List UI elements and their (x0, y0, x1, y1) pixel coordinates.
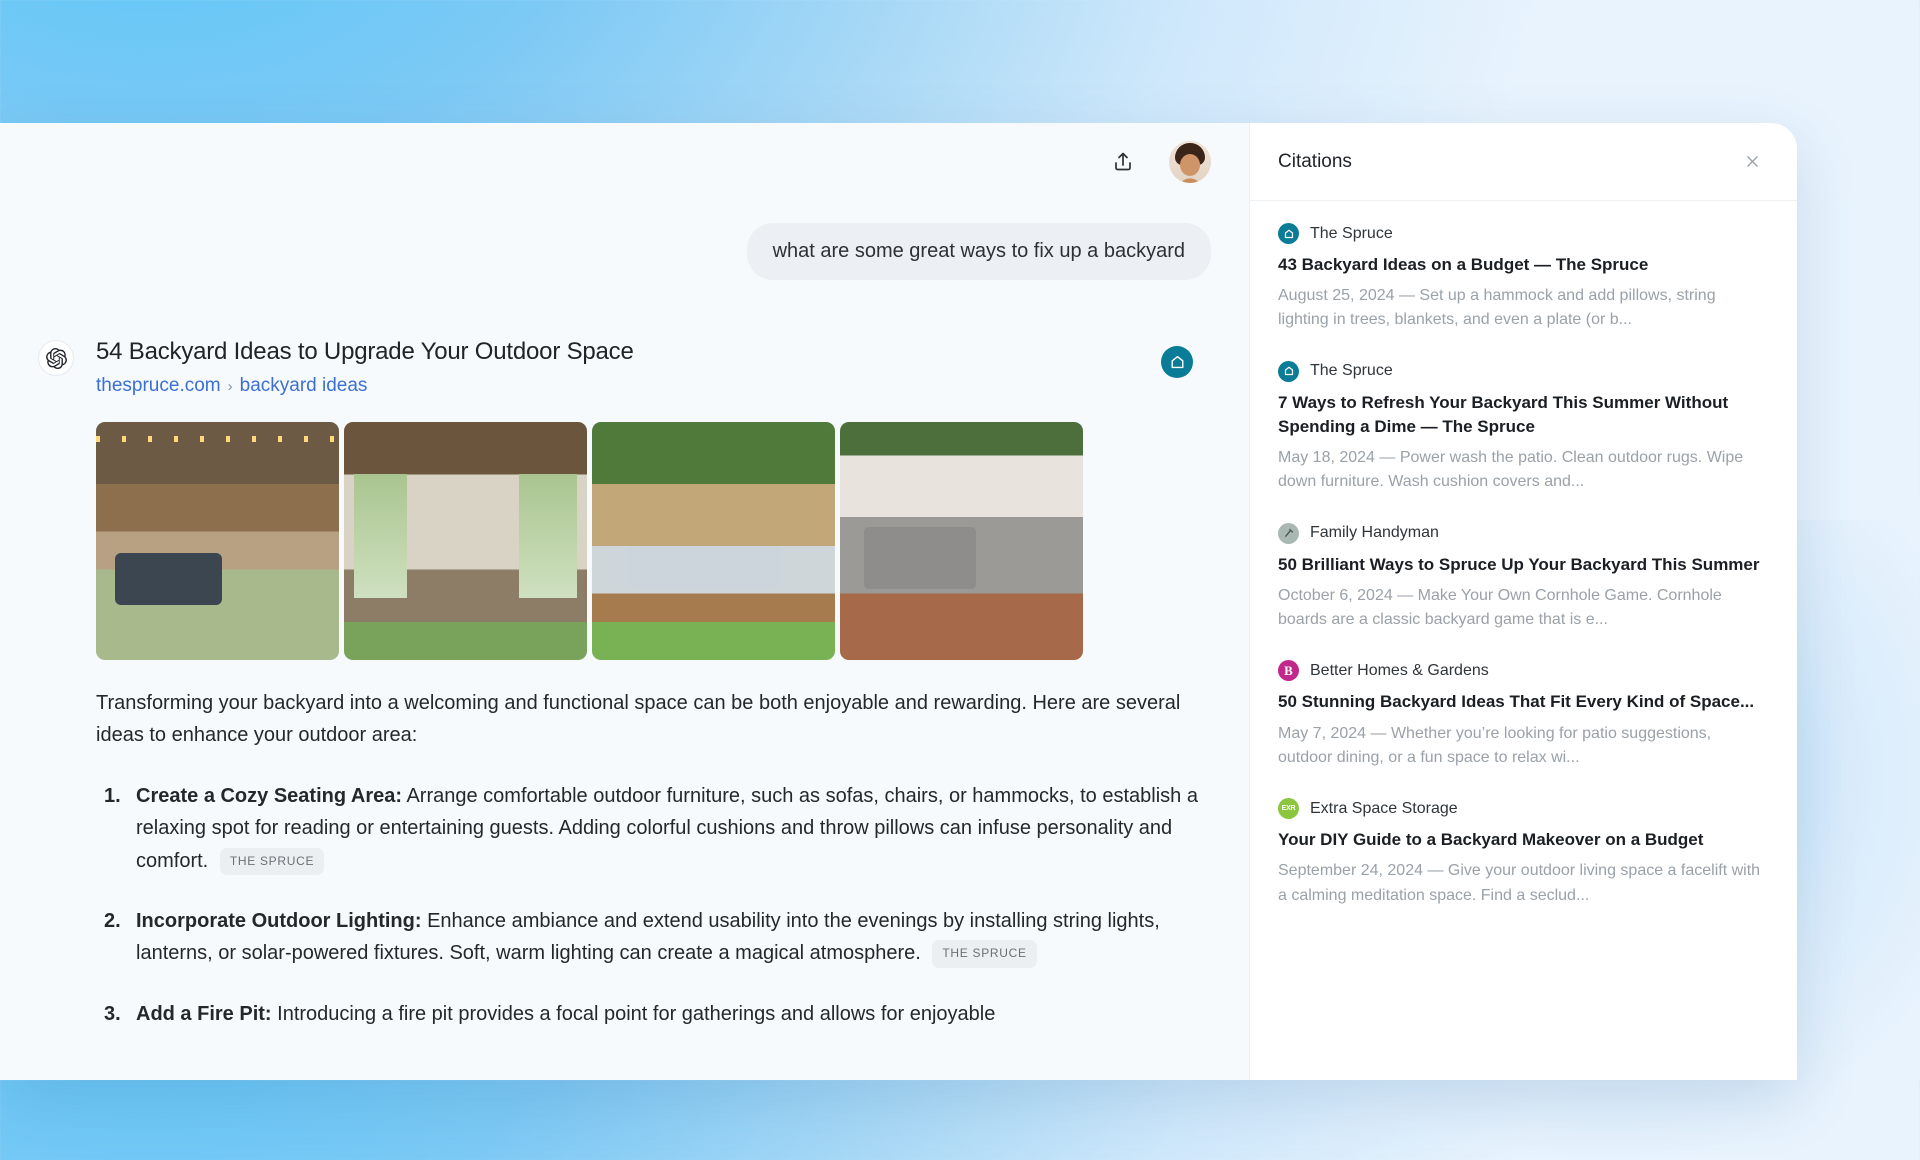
citation-title: Your DIY Guide to a Backyard Makeover on… (1278, 830, 1704, 850)
list-item: Incorporate Outdoor Lighting: Enhance am… (96, 905, 1211, 970)
citation-title: 7 Ways to Refresh Your Backyard This Sum… (1278, 392, 1729, 436)
intro-paragraph: Transforming your backyard into a welcom… (96, 692, 1181, 747)
result-card-header: 54 Backyard Ideas to Upgrade Your Outdoo… (96, 338, 1211, 397)
citation-source: EXR Extra Space Storage (1278, 798, 1769, 820)
avatar[interactable] (1169, 141, 1211, 183)
openai-logo-icon (38, 340, 74, 376)
citation-chip[interactable]: THE SPRUCE (219, 847, 325, 875)
thumbnail-image-2[interactable] (344, 422, 587, 660)
message-list: what are some great ways to fix up a bac… (0, 201, 1249, 1080)
citations-list: The Spruce 43 Backyard Ideas on a Budget… (1250, 201, 1797, 1080)
the-spruce-badge-icon[interactable] (1161, 346, 1193, 378)
citation-chip[interactable]: THE SPRUCE (932, 940, 1037, 968)
result-card-text: 54 Backyard Ideas to Upgrade Your Outdoo… (96, 338, 634, 397)
breadcrumb: thespruce.com › backyard ideas (96, 375, 634, 397)
idea-body: Introducing a fire pit provides a focal … (277, 1002, 996, 1025)
conversation-toolbar (0, 123, 1249, 201)
image-thumbnail-strip (96, 422, 1211, 660)
citation-source: Family Handyman (1278, 522, 1769, 544)
user-message-row: what are some great ways to fix up a bac… (38, 223, 1211, 280)
thumbnail-image-1[interactable] (96, 422, 339, 660)
scroll-fade (1250, 1016, 1797, 1080)
user-message-bubble: what are some great ways to fix up a bac… (746, 223, 1211, 280)
citation-source: The Spruce (1278, 360, 1769, 382)
close-icon[interactable] (1737, 147, 1767, 177)
conversation-pane: what are some great ways to fix up a bac… (0, 123, 1249, 1080)
chevron-right-icon: › (227, 377, 233, 395)
thumbnail-image-3[interactable] (592, 422, 835, 660)
citation-item[interactable]: EXR Extra Space Storage Your DIY Guide t… (1278, 798, 1769, 908)
citation-snippet: May 7, 2024 — Whether you’re looking for… (1278, 724, 1712, 766)
extra-space-storage-icon: EXR (1278, 798, 1299, 820)
ideas-list: Create a Cozy Seating Area: Arrange comf… (96, 780, 1211, 1031)
bhg-logo-icon: B (1278, 660, 1299, 682)
citation-source-name: The Spruce (1310, 224, 1393, 242)
citation-snippet: August 25, 2024 — Set up a hammock and a… (1278, 287, 1716, 329)
breadcrumb-path[interactable]: backyard ideas (240, 375, 368, 397)
handyman-hammer-icon (1278, 522, 1299, 544)
citation-item[interactable]: Family Handyman 50 Brilliant Ways to Spr… (1278, 522, 1769, 633)
citation-source-name: Family Handyman (1310, 524, 1439, 542)
citation-snippet: May 18, 2024 — Power wash the patio. Cle… (1278, 449, 1744, 491)
citation-snippet: September 24, 2024 — Give your outdoor l… (1278, 862, 1761, 904)
citations-panel-header: Citations (1250, 123, 1797, 201)
citation-item[interactable]: The Spruce 43 Backyard Ideas on a Budget… (1278, 223, 1769, 333)
citation-item[interactable]: B Better Homes & Gardens 50 Stunning Bac… (1278, 660, 1769, 770)
citation-source-name: Extra Space Storage (1310, 799, 1458, 817)
assistant-message-row: 54 Backyard Ideas to Upgrade Your Outdoo… (38, 338, 1211, 1058)
assistant-content: 54 Backyard Ideas to Upgrade Your Outdoo… (96, 338, 1211, 1058)
citation-item[interactable]: The Spruce 7 Ways to Refresh Your Backya… (1278, 360, 1769, 495)
idea-heading: Create a Cozy Seating Area: (136, 784, 403, 807)
citation-title: 50 Brilliant Ways to Spruce Up Your Back… (1278, 554, 1760, 574)
citation-title: 43 Backyard Ideas on a Budget — The Spru… (1278, 255, 1649, 274)
citation-source-name: The Spruce (1310, 362, 1393, 380)
citations-title: Citations (1278, 150, 1352, 172)
citation-source: The Spruce (1278, 223, 1769, 244)
idea-heading: Incorporate Outdoor Lighting: (136, 909, 422, 932)
citation-source: B Better Homes & Gardens (1278, 660, 1769, 682)
page-title: 54 Backyard Ideas to Upgrade Your Outdoo… (96, 338, 634, 365)
idea-heading: Add a Fire Pit: (136, 1002, 272, 1025)
citation-title: 50 Stunning Backyard Ideas That Fit Ever… (1278, 692, 1755, 712)
list-item: Add a Fire Pit: Introducing a fire pit p… (96, 998, 1211, 1031)
thumbnail-image-4[interactable] (840, 422, 1083, 660)
app-window: what are some great ways to fix up a bac… (0, 123, 1797, 1080)
share-icon[interactable] (1103, 142, 1143, 182)
breadcrumb-domain[interactable]: thespruce.com (96, 375, 221, 397)
spruce-house-icon (1278, 360, 1299, 382)
citation-source-name: Better Homes & Gardens (1310, 661, 1489, 679)
list-item: Create a Cozy Seating Area: Arrange comf… (96, 780, 1211, 877)
citation-snippet: October 6, 2024 — Make Your Own Cornhole… (1278, 586, 1722, 629)
spruce-house-icon (1278, 223, 1299, 244)
citations-panel: Citations The Spruce 43 Backyard Ideas o… (1249, 123, 1797, 1080)
